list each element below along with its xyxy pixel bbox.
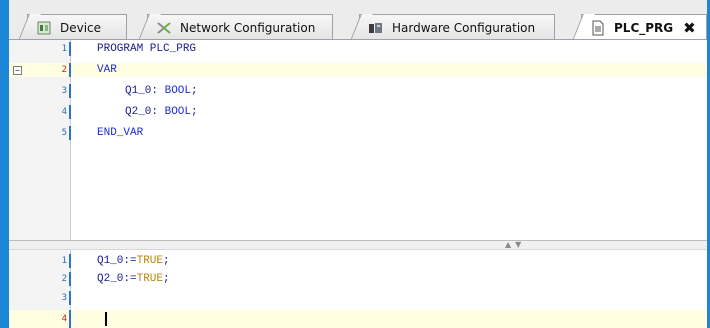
tab-device[interactable]: Device [18,14,127,41]
code-text: VAR [97,64,117,76]
code-text: Q2_0:=TRUE; [97,272,170,286]
line-number: 3 [61,86,67,96]
variable-type: BOOL [164,106,192,118]
line-number: 1 [61,256,67,266]
line-change-marker [69,126,71,140]
assignment-operator: := [123,273,137,285]
text-cursor [105,312,107,326]
editor-window: Device Network Configuration Hardware Co… [0,0,710,328]
program-document-icon [592,20,604,36]
code-line[interactable]: 5 END_VAR [9,126,707,140]
code-line[interactable]: 2 Q2_0:=TRUE; [9,272,707,286]
line-change-marker [69,42,71,56]
literal-value: TRUE [136,273,164,285]
variable-type: BOOL [164,85,192,97]
tab-device-label: Device [60,20,102,35]
splitter-arrows-icon[interactable]: ▲▼ [505,240,525,249]
tab-hardware-configuration-label: Hardware Configuration [392,20,536,35]
line-number: 1 [61,44,67,54]
tab-network-configuration[interactable]: Network Configuration [138,14,333,41]
variable-name: Q1_0 [125,85,152,97]
line-change-marker [69,254,71,268]
statement-end: ; [163,273,170,285]
code-text: Q1_0:=TRUE; [97,254,170,268]
assignment-target: Q2_0 [97,273,124,285]
network-config-icon [157,21,171,34]
line-number: 2 [61,274,67,284]
code-line[interactable]: 4 Q2_0: BOOL; [9,105,707,119]
declaration-editor[interactable]: 1 PROGRAM PLC_PRG − 2 VAR 3 Q1_0: BOOL; … [9,40,707,240]
window-left-border [0,0,9,328]
line-number: 5 [61,128,67,138]
code-line[interactable]: 3 [9,291,707,305]
code-text: END_VAR [97,127,144,139]
code-line-current[interactable]: − 2 VAR [9,63,707,77]
hardware-config-icon [369,22,382,33]
implementation-editor[interactable]: 1 Q1_0:=TRUE; 2 Q2_0:=TRUE; 3 4 [9,250,707,328]
line-number: 2 [61,65,67,75]
line-change-marker [69,84,71,98]
literal-value: TRUE [136,255,164,267]
pane-splitter[interactable]: ▲▼ [9,240,707,250]
code-text: Q2_0: BOOL; [125,106,198,118]
assignment-target: Q1_0 [97,255,124,267]
tab-hardware-configuration[interactable]: Hardware Configuration [350,14,555,41]
code-line[interactable]: 1 Q1_0:=TRUE; [9,254,707,268]
line-change-marker [69,105,71,119]
code-text: PROGRAM PLC_PRG [97,43,197,55]
line-change-marker [69,291,71,305]
code-line[interactable]: 1 PROGRAM PLC_PRG [9,42,707,56]
device-icon [37,21,51,34]
assignment-operator: := [123,255,137,267]
line-number: 3 [61,293,67,303]
code-line[interactable]: 3 Q1_0: BOOL; [9,84,707,98]
tab-plc-prg[interactable]: PLC_PRG ✖ [572,14,707,41]
line-number: 4 [61,314,67,324]
tab-network-configuration-label: Network Configuration [180,20,316,35]
tab-plc-prg-label: PLC_PRG [614,21,674,35]
line-change-marker [69,272,71,286]
line-change-marker [69,63,71,77]
line-change-marker [69,310,71,328]
document-tab-bar: Device Network Configuration Hardware Co… [9,0,707,41]
statement-end: ; [163,255,170,267]
variable-name: Q2_0 [125,106,152,118]
code-text: Q1_0: BOOL; [125,85,198,97]
close-tab-icon[interactable]: ✖ [683,19,696,37]
line-number: 4 [61,107,67,117]
collapse-icon[interactable]: − [13,66,22,75]
code-line-current[interactable]: 4 [9,310,707,328]
